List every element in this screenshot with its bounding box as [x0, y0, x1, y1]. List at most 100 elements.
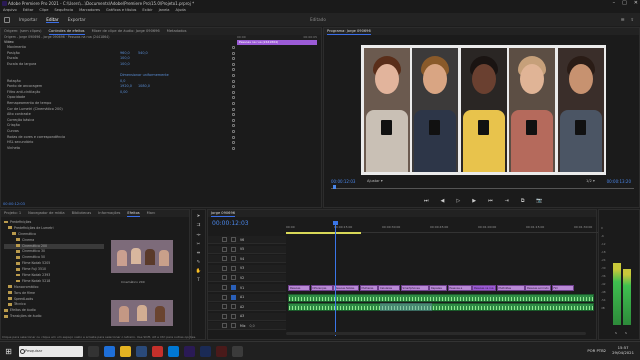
insert-icon[interactable]: ⇥	[505, 198, 509, 204]
slip-tool-icon[interactable]: ⇹	[197, 251, 201, 256]
timeline-clip[interactable]: Mulheres	[359, 285, 378, 291]
track-lock-icon[interactable]	[222, 323, 227, 329]
tab-project-0[interactable]: Projeto: 1	[4, 210, 21, 217]
workspace-export[interactable]: Exportar	[68, 17, 86, 22]
track-target-toggle[interactable]	[231, 313, 236, 319]
track-lock-icon[interactable]	[222, 294, 227, 300]
tab-project-2[interactable]: Bibliotecas	[72, 210, 92, 217]
step-forward-icon[interactable]: ▶	[472, 198, 476, 204]
timeline-playhead[interactable]	[335, 222, 336, 336]
track-target-toggle[interactable]	[231, 323, 236, 329]
photoshop-taskbar-icon[interactable]	[200, 345, 211, 357]
work-area-bar[interactable]	[286, 232, 361, 234]
workspace-import[interactable]: Importar	[19, 17, 37, 22]
track-target-toggle[interactable]	[231, 256, 236, 262]
timeline-clip[interactable]: Multidões	[496, 285, 525, 291]
reset-parameter-icon[interactable]	[232, 129, 235, 133]
reset-parameter-icon[interactable]	[232, 68, 235, 72]
playback-resolution-select[interactable]: 1/2 ▾	[586, 179, 595, 183]
timeline-clip[interactable]: Fim	[551, 285, 574, 291]
audio-clip[interactable]	[288, 293, 594, 302]
reset-parameter-icon[interactable]	[232, 79, 235, 83]
playhead-handle[interactable]	[333, 221, 338, 225]
reset-parameter-icon[interactable]	[232, 146, 235, 150]
tab-project-3[interactable]: Informações	[98, 210, 120, 217]
maximize-icon[interactable]: □	[622, 0, 627, 7]
tab-effect-controls[interactable]: Controles de efeitos	[48, 28, 85, 35]
reset-parameter-icon[interactable]	[232, 124, 235, 128]
tab-project-5[interactable]: Marc	[147, 210, 156, 217]
track-target-toggle[interactable]	[231, 237, 236, 242]
reset-parameter-icon[interactable]	[232, 46, 235, 49]
home-icon[interactable]	[4, 16, 10, 23]
reset-parameter-icon[interactable]	[232, 73, 235, 77]
mail-icon[interactable]	[168, 345, 179, 357]
timeline-clip[interactable]: Rapazes	[429, 285, 447, 291]
timeline-clip[interactable]: Celulares mundo	[378, 285, 400, 291]
reset-parameter-icon[interactable]	[232, 135, 235, 139]
tab-audio-clip-mixer[interactable]: Mixer de clipe de áudio: Jorge 090696	[92, 28, 160, 35]
timeline-clip[interactable]: Pessoas na rua	[472, 285, 496, 291]
meter-solo-button[interactable]: S	[625, 331, 627, 335]
language-indicator[interactable]: POR PTB2	[587, 348, 606, 353]
track-lock-icon[interactable]	[222, 256, 227, 262]
effect-controls-timecode[interactable]: 00:00:12:03	[3, 202, 25, 206]
audio-clip[interactable]	[288, 303, 594, 312]
timeline-clip[interactable]: Pessoas e celular	[447, 285, 472, 291]
premiere-taskbar-icon[interactable]	[184, 345, 195, 357]
timeline-clip[interactable]: Pessoas sorrindo	[525, 285, 551, 291]
reset-parameter-icon[interactable]	[232, 101, 235, 105]
timeline-clip[interactable]: Diferenças	[310, 285, 333, 291]
app-icon[interactable]	[232, 345, 243, 357]
effects-tree-item[interactable]: Transições de áudio	[4, 314, 104, 320]
tab-sequence[interactable]: Jorge 090696	[211, 210, 236, 217]
timeline-clip[interactable]: Smartphones	[400, 285, 429, 291]
track-lock-icon[interactable]	[222, 275, 227, 281]
reset-parameter-icon[interactable]	[232, 113, 235, 117]
timeline-scrollbar[interactable]	[286, 332, 586, 335]
type-tool-icon[interactable]: T	[197, 278, 200, 283]
taskbar-search[interactable]: Pesquisar	[19, 345, 83, 357]
timeline-clip[interactable]: Pessoas felizes	[333, 285, 359, 291]
workspace-edit[interactable]: Editar	[46, 17, 59, 23]
tab-project-4[interactable]: Efeitos	[127, 210, 140, 217]
track-target-toggle[interactable]	[231, 265, 236, 271]
track-target-toggle[interactable]	[231, 285, 236, 290]
export-frame-icon[interactable]: ⧉	[521, 198, 525, 204]
minimize-icon[interactable]: –	[613, 0, 616, 7]
zoom-level-select[interactable]: Ajustar ▾	[367, 179, 383, 183]
track-lock-icon[interactable]	[222, 285, 227, 290]
track-lock-icon[interactable]	[222, 246, 227, 252]
effect-row[interactable]: Vinheta	[1, 146, 321, 152]
program-scrubber[interactable]	[331, 188, 634, 189]
track-lock-icon[interactable]	[222, 265, 227, 271]
track-target-toggle[interactable]	[231, 294, 236, 300]
chrome-icon[interactable]	[152, 345, 163, 357]
mix-value[interactable]: 0,0	[250, 324, 255, 328]
track-target-toggle[interactable]	[231, 304, 236, 310]
program-timecode[interactable]: 00:00:12:03	[331, 179, 355, 184]
reset-parameter-icon[interactable]	[232, 51, 235, 55]
mark-out-icon[interactable]: ⏮	[488, 198, 493, 204]
file-explorer-icon[interactable]	[120, 345, 131, 357]
track-select-tool-icon[interactable]: ⇉	[197, 223, 201, 228]
task-view-icon[interactable]	[88, 345, 99, 357]
reset-parameter-icon[interactable]	[232, 62, 235, 66]
reset-parameter-icon[interactable]	[232, 90, 235, 94]
media-player-icon[interactable]	[216, 345, 227, 357]
reset-parameter-icon[interactable]	[232, 57, 235, 61]
selection-tool-icon[interactable]: ➤	[197, 214, 201, 219]
track-lock-icon[interactable]	[222, 313, 227, 319]
tab-metadata[interactable]: Metadados	[167, 28, 187, 35]
window-menu-icon[interactable]: ☰	[621, 17, 625, 22]
program-playhead[interactable]	[333, 185, 336, 189]
effect-controls-clip[interactable]: Pessoas na rua (2441864)	[237, 40, 317, 45]
timeline-clip[interactable]: Pessoas	[288, 285, 310, 291]
step-back-icon[interactable]: ◀	[441, 198, 445, 204]
close-icon[interactable]: ✕	[634, 0, 638, 7]
hand-tool-icon[interactable]: ✋	[196, 269, 201, 274]
meter-solo-button[interactable]: S	[615, 331, 617, 335]
camera-icon[interactable]: 📷	[536, 198, 542, 204]
tab-source[interactable]: Origem: (sem clipes)	[4, 28, 42, 35]
reset-parameter-icon[interactable]	[232, 141, 235, 145]
